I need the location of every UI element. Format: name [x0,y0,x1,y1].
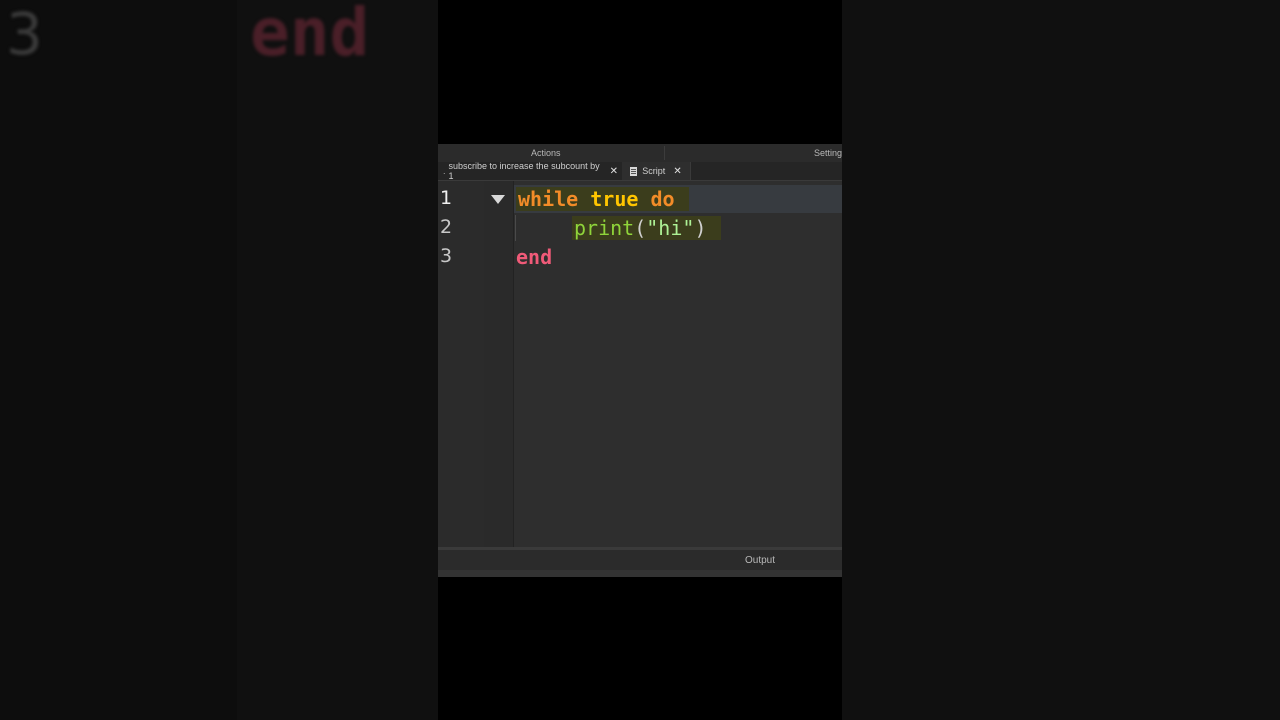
keyword-while: while [518,187,579,211]
backdrop-left: 3 end [0,0,438,720]
tab-subscribe[interactable]: . subscribe to increase the subcount by … [438,161,618,181]
paren-close: ) [694,216,707,240]
tab-label: subscribe to increase the subcount by 1 [448,161,600,181]
close-icon[interactable]: ✕ [610,166,618,177]
backdrop-gutter [0,0,237,720]
output-panel-header[interactable]: Output [438,550,842,570]
line-number-gutter: 1 2 3 [438,181,484,547]
paren-open: ( [634,216,647,240]
tab-prefix: . [443,166,446,176]
string-literal: "hi" [646,216,695,240]
fold-arrow-icon[interactable] [491,195,505,204]
ribbon-settings-label[interactable]: Setting [814,148,842,158]
line-number: 1 [440,187,453,209]
studio-window: Actions Setting . subscribe to increase … [438,144,842,577]
keyword-true: true [590,187,639,211]
backdrop-line-number: 3 [6,0,43,68]
tab-label: Script [642,166,666,176]
line-number: 2 [440,216,453,238]
keyword-do: do [650,187,675,211]
tab-script[interactable]: Script ✕ [622,162,691,180]
output-panel-body [438,570,842,577]
script-doc-icon [630,166,638,176]
backdrop-end-keyword: end [250,0,370,71]
builtin-print: print [574,216,635,240]
backdrop-right [842,0,1280,720]
code-line-1[interactable]: while true do [516,185,689,213]
ribbon-actions-label[interactable]: Actions [531,148,561,158]
output-label: Output [745,555,776,566]
code-editor[interactable]: 1 2 3 while true do print("hi") end [438,181,842,547]
tab-bar: . subscribe to increase the subcount by … [438,161,842,181]
fold-gutter [484,181,514,547]
code-line-3[interactable]: end [516,243,552,271]
keyword-end: end [516,245,553,269]
code-line-2[interactable]: print("hi") [572,214,721,242]
line-number: 3 [440,245,453,267]
indent-guide [515,215,516,241]
ribbon-divider [664,146,665,160]
close-icon[interactable]: ✕ [673,166,681,177]
